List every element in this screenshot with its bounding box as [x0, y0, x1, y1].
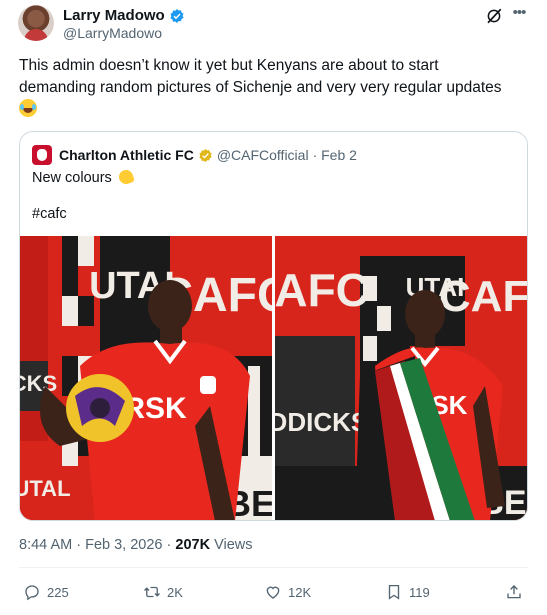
reply-icon — [25, 585, 39, 601]
like-count: 12K — [288, 584, 312, 600]
post-timestamp[interactable]: 8:44 AM · Feb 3, 2026 · 207K Views — [19, 537, 253, 553]
tweet-text-body: This admin doesn’t know it yet but Kenya… — [19, 57, 502, 96]
like-button[interactable]: 12K — [264, 583, 311, 601]
quoted-tweet-header: Charlton Athletic FC @CAFCofficial · Feb… — [32, 145, 357, 165]
bookmark-button[interactable]: 119 — [385, 583, 430, 601]
divider — [19, 567, 528, 568]
wall-text-6: CAFC — [275, 264, 369, 316]
verified-badge-icon — [170, 8, 184, 23]
wall-text-5: UTAL — [20, 476, 71, 501]
post-time-date[interactable]: 8:44 AM · Feb 3, 2026 · — [19, 537, 175, 553]
tweet-text: This admin doesn’t know it yet but Kenya… — [19, 55, 519, 121]
quoted-photo-1[interactable]: UTAI CAFC CKS BE UTAL RSK — [20, 236, 272, 521]
repost-count: 2K — [167, 584, 183, 600]
quoted-text: New colours — [32, 170, 112, 186]
author-name-row[interactable]: Larry Madowo — [63, 7, 185, 24]
laughing-crying-emoji-icon — [19, 99, 37, 117]
charlton-crest-avatar[interactable] — [32, 145, 52, 165]
author-avatar[interactable] — [18, 5, 54, 41]
share-icon — [507, 585, 521, 599]
wall-text-9: CAFC — [439, 272, 528, 321]
quoted-author-name[interactable]: Charlton Athletic FC — [59, 147, 194, 163]
repost-icon — [144, 586, 160, 598]
wall-text-7: ADDICKS — [275, 407, 368, 437]
views-label: Views — [210, 537, 253, 553]
tweet-card[interactable]: Larry Madowo @LarryMadowo ••• This admin… — [0, 0, 547, 615]
quoted-tweet[interactable]: Charlton Athletic FC @CAFCofficial · Feb… — [19, 131, 528, 521]
grok-icon[interactable] — [485, 7, 503, 25]
repost-button[interactable]: 2K — [143, 583, 183, 601]
flexed-biceps-emoji-icon — [116, 168, 135, 186]
quoted-hashtag[interactable]: #cafc — [32, 206, 67, 222]
quoted-author-handle[interactable]: @CAFCofficial — [217, 147, 309, 163]
share-button[interactable] — [505, 583, 523, 601]
heart-icon — [266, 586, 280, 599]
author-display-name[interactable]: Larry Madowo — [63, 7, 165, 24]
quoted-text-line: New colours — [32, 168, 135, 186]
author-handle[interactable]: @LarryMadowo — [63, 25, 162, 41]
bookmark-count: 119 — [409, 584, 430, 600]
quoted-date[interactable]: · Feb 2 — [313, 147, 357, 163]
quoted-photo-2[interactable]: CAFC ADDICKS UTAI CAFC BE RSK — [275, 236, 528, 521]
wall-text-3: CKS — [20, 371, 57, 396]
bookmark-icon — [388, 584, 400, 600]
gold-verified-badge-icon — [199, 148, 212, 162]
more-options-icon[interactable]: ••• — [508, 4, 530, 22]
reply-button[interactable]: 225 — [23, 583, 69, 601]
views-count: 207K — [175, 537, 211, 553]
reply-count: 225 — [47, 584, 69, 600]
